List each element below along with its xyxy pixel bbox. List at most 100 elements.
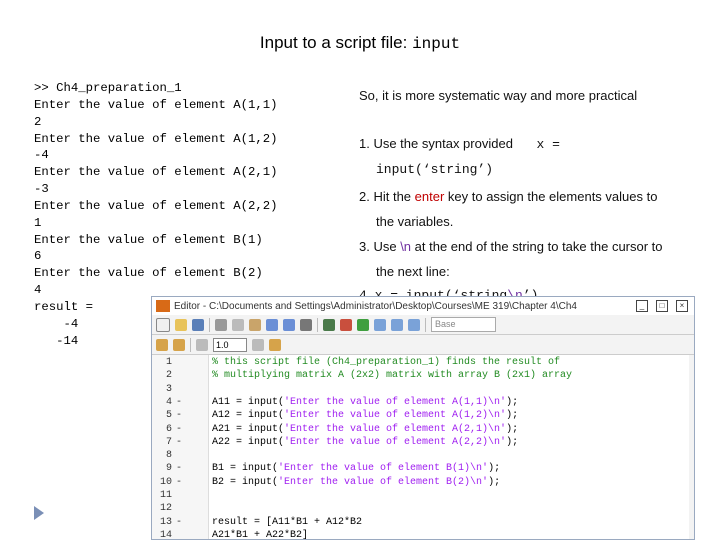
cut-icon[interactable] [215, 318, 227, 331]
open-folder-icon[interactable] [175, 318, 187, 331]
slide-title-code: input [412, 35, 461, 53]
line-number: 12 [159, 503, 172, 515]
console-line: Enter the value of element A(2,1) [34, 165, 278, 180]
run-icon[interactable] [357, 318, 369, 331]
eval-cell-icon[interactable] [173, 338, 185, 351]
notes-item-2-text: 2. Hit the [359, 189, 415, 204]
breakpoint-marker[interactable]: - [176, 424, 182, 435]
copy-icon[interactable] [232, 318, 244, 331]
code-text: % this script file (Ch4_preparation_1) f… [212, 357, 561, 368]
notes-item-1: 1. Use the syntax provided x = [359, 136, 560, 152]
editor-line[interactable]: 9- B1 = input('Enter the value of element… [152, 463, 692, 476]
breakpoint-icon[interactable] [340, 318, 352, 331]
slide-title-text: Input to a script file: [259, 33, 413, 52]
notes-item-3: 3. Use \n at the end of the string to ta… [359, 239, 663, 254]
editor-line[interactable]: 8 [152, 450, 692, 463]
line-number: 10 [159, 476, 172, 488]
notes-item-1-code: x = [536, 137, 560, 152]
print-icon[interactable] [300, 318, 312, 331]
editor-line[interactable]: 3 [152, 384, 692, 397]
breakpoint-marker[interactable]: - [176, 397, 182, 408]
line-number: 6 [165, 423, 172, 435]
redo-icon[interactable] [283, 318, 295, 331]
slide-nav-arrow-icon[interactable] [34, 506, 44, 520]
console-line: -4 [34, 148, 49, 163]
cell-icon[interactable] [156, 338, 168, 351]
cell-options-icon[interactable] [269, 338, 281, 351]
editor-line[interactable]: 11 [152, 490, 692, 503]
console-line: 6 [34, 249, 42, 264]
notes-intro: So, it is more systematic way and more p… [359, 88, 638, 103]
breakpoint-marker[interactable]: - [176, 477, 182, 488]
editor-line[interactable]: 7- A22 = input('Enter the value of elemen… [152, 437, 692, 450]
editor-title: Editor - C:\Documents and Settings\Admin… [174, 300, 577, 312]
code-text: result = [A11*B1 + A12*B2 [212, 516, 363, 528]
editor-line[interactable]: 6- A21 = input('Enter the value of elemen… [152, 424, 692, 437]
save-icon[interactable] [192, 318, 204, 331]
toolbar-separator [317, 317, 318, 332]
line-number: 4 [165, 396, 172, 408]
new-file-icon[interactable] [156, 317, 170, 332]
editor-window: Editor - C:\Documents and Settings\Admin… [151, 296, 695, 540]
code-text: A11 = input('Enter the value of element … [212, 396, 519, 408]
decrement-icon[interactable] [196, 338, 208, 351]
console-line: Enter the value of element B(2) [34, 266, 263, 281]
editor-line[interactable]: 5- A12 = input('Enter the value of elemen… [152, 410, 692, 423]
console-line: -3 [34, 182, 49, 197]
notes-item-1-input-syntax: input(‘string’) [376, 162, 494, 177]
line-number: 1 [165, 357, 172, 368]
increment-icon[interactable] [252, 338, 264, 351]
breakpoint-marker[interactable]: - [176, 410, 182, 421]
line-number: 13 [159, 516, 172, 528]
line-number: 9 [165, 463, 172, 475]
line-number: 14 [159, 529, 172, 540]
line-number: 11 [159, 490, 172, 501]
editor-line[interactable]: 14 A21*B1 + A22*B2] [152, 529, 692, 540]
console-line: Enter the value of element A(1,2) [34, 131, 278, 146]
undo-icon[interactable] [266, 318, 278, 331]
console-line: >> Ch4_preparation_1 [34, 81, 182, 95]
step-in-icon[interactable] [391, 318, 403, 331]
code-text: A21*B1 + A22*B2] [212, 529, 309, 540]
line-number: 8 [165, 450, 172, 462]
breakpoint-marker[interactable]: - [176, 517, 182, 528]
breakpoint-marker[interactable]: - [176, 463, 182, 474]
line-number: 3 [165, 383, 172, 395]
editor-line[interactable]: 10- B2 = input('Enter the value of elemen… [152, 477, 692, 490]
code-text: A21 = input('Enter the value of element … [212, 423, 519, 435]
paste-icon[interactable] [249, 318, 261, 331]
minimize-button[interactable]: _ [636, 300, 648, 312]
step-out-icon[interactable] [408, 318, 420, 331]
close-button[interactable]: × [676, 300, 688, 312]
breakpoint-marker[interactable]: - [176, 437, 182, 448]
editor-line[interactable]: 12 [152, 503, 692, 516]
console-line: Enter the value of element B(1) [34, 232, 263, 247]
editor-line[interactable]: 1 % this script file (Ch4_preparation_1) … [152, 357, 692, 370]
code-text: A12 = input('Enter the value of element … [212, 410, 519, 422]
console-line: 1 [34, 215, 42, 230]
editor-line[interactable]: 13- result = [A11*B1 + A12*B2 [152, 517, 692, 530]
toolbar-separator [425, 317, 426, 332]
notes-item-2-enter: enter [414, 189, 445, 204]
toolbar-separator [209, 317, 210, 332]
find-icon[interactable] [323, 318, 335, 331]
stack-base-select[interactable]: Base [431, 317, 496, 332]
notes-item-3-text: 3. Use [359, 239, 401, 254]
maximize-button[interactable]: □ [656, 300, 668, 312]
notes-item-3-rest: at the end of the string to take the cur… [411, 239, 663, 254]
editor-toolbar: Base [152, 315, 694, 335]
console-line: Enter the value of element A(2,2) [34, 198, 278, 213]
notes-item-2-cont: the variables. [376, 214, 454, 229]
notes-item-2: 2. Hit the enter key to assign the eleme… [359, 189, 657, 204]
notes-item-1-text: 1. Use the syntax provided [359, 136, 513, 151]
code-text: B2 = input('Enter the value of element B… [212, 476, 501, 488]
toolbar-separator [190, 337, 191, 352]
step-icon[interactable] [374, 318, 386, 331]
notes-item-3-newline: \n [400, 239, 412, 254]
line-number: 5 [165, 410, 172, 422]
code-text: B1 = input('Enter the value of element B… [212, 463, 501, 475]
slide-title: Input to a script file: input [0, 33, 720, 53]
editor-line[interactable]: 4- A11 = input('Enter the value of elemen… [152, 397, 692, 410]
editor-line[interactable]: 2 % multiplying matrix A (2x2) matrix wit… [152, 370, 692, 383]
increment-value-input[interactable]: 1.0 [213, 337, 247, 352]
